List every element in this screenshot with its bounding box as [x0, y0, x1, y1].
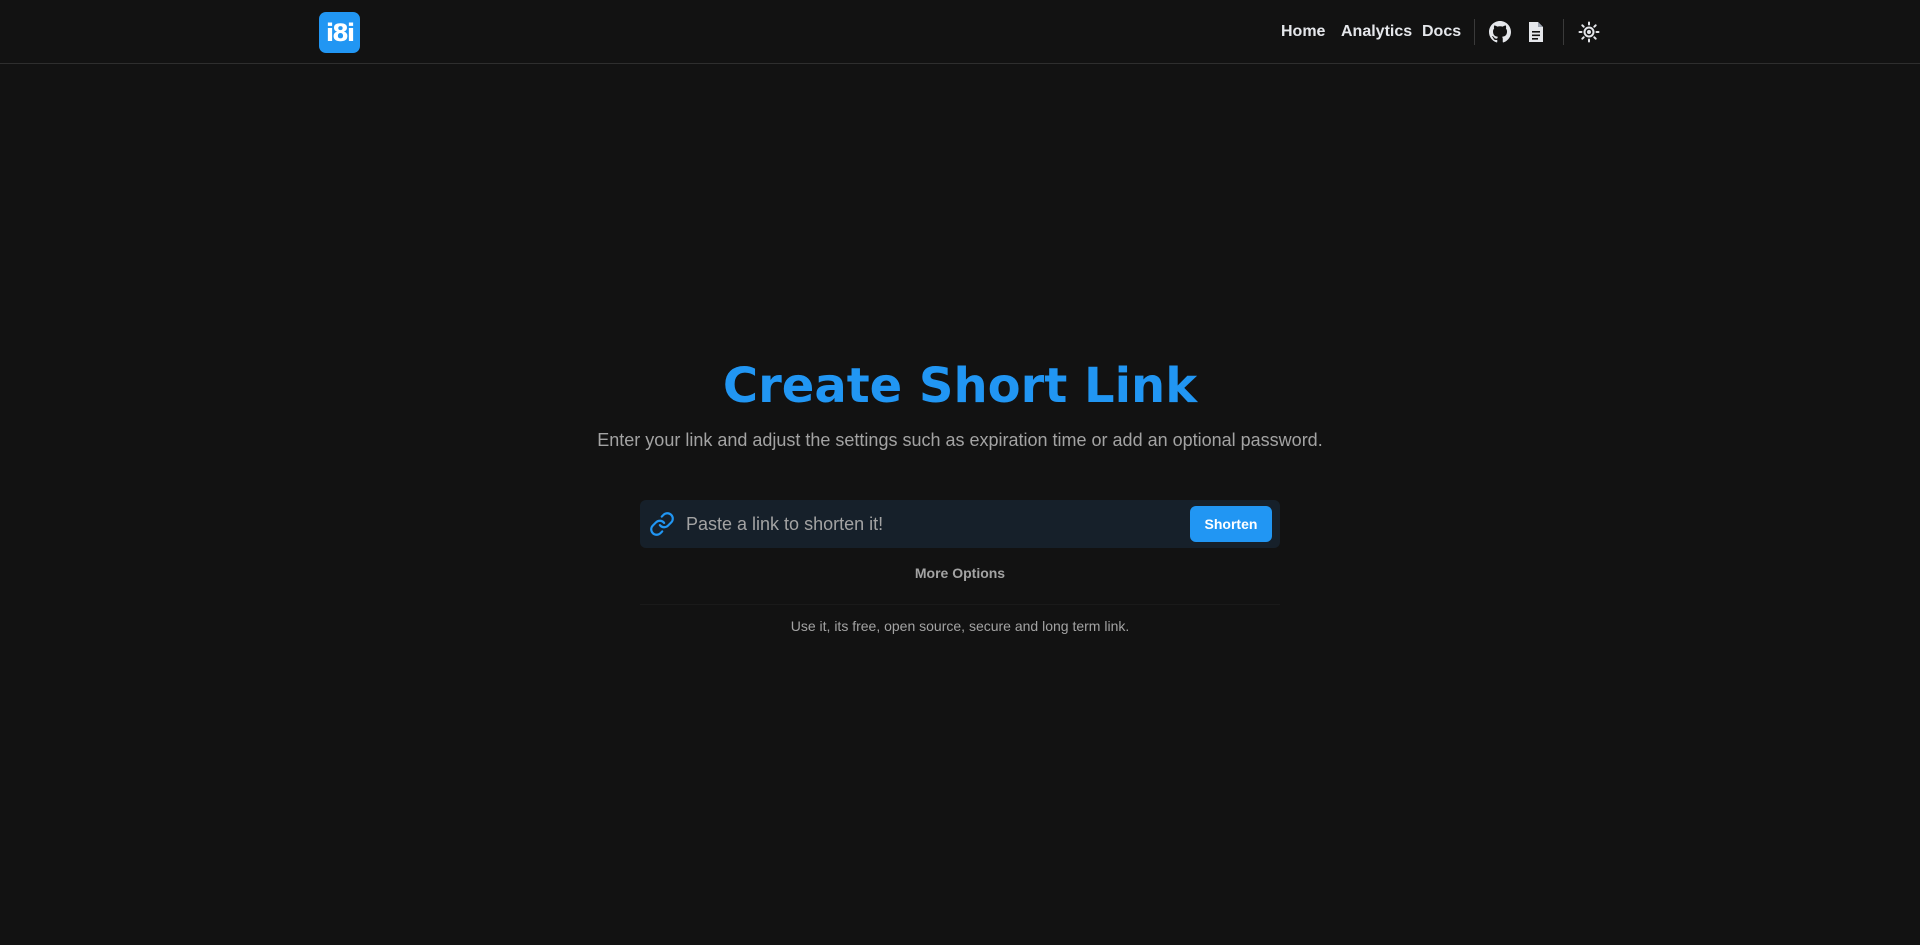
more-options-toggle[interactable]: More Options — [0, 565, 1920, 581]
logo-text: i8i — [325, 18, 355, 47]
hero-section: Create Short Link Enter your link and ad… — [0, 356, 1920, 452]
shorten-form: Shorten — [640, 500, 1280, 548]
page-title: Create Short Link — [722, 358, 1198, 414]
shorten-button[interactable]: Shorten — [1190, 506, 1272, 542]
page-subtitle: Enter your link and adjust the settings … — [597, 430, 1323, 450]
nav-divider — [1563, 19, 1564, 45]
tagline: Use it, its free, open source, secure an… — [790, 618, 1130, 634]
theme-toggle-icon[interactable] — [1576, 19, 1602, 45]
document-icon[interactable] — [1523, 19, 1549, 45]
logo[interactable]: i8i — [319, 12, 360, 53]
divider — [640, 604, 1280, 605]
nav-link-home[interactable]: Home — [1281, 19, 1325, 45]
nav-link-docs[interactable]: Docs — [1422, 19, 1461, 45]
github-icon[interactable] — [1487, 19, 1513, 45]
link-input[interactable] — [686, 513, 1190, 535]
top-navbar: i8i Home Analytics Docs — [0, 0, 1920, 64]
link-icon — [648, 510, 676, 538]
nav-link-analytics[interactable]: Analytics — [1341, 19, 1412, 45]
nav-divider — [1474, 19, 1475, 45]
